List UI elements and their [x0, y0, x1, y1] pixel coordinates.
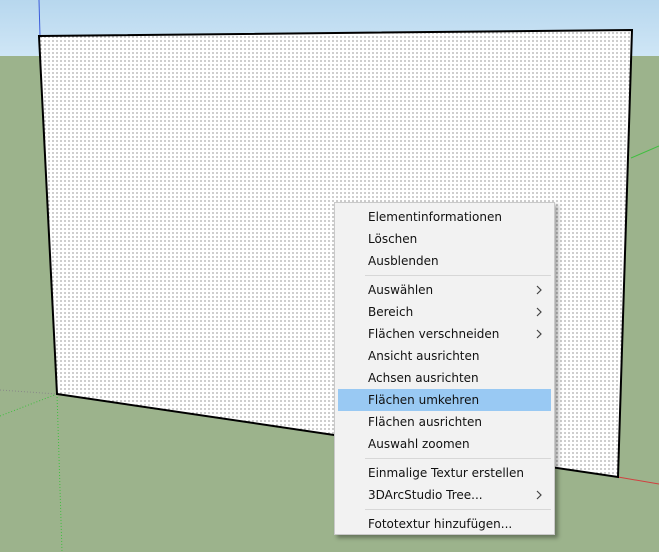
green-axis-line	[0, 393, 58, 417]
menu-item-label: Elementinformationen	[368, 210, 502, 224]
menu-separator	[365, 509, 551, 510]
menu-item-label: 3DArcStudio Tree...	[368, 488, 483, 502]
menu-item-einmalige-textur-erstellen[interactable]: Einmalige Textur erstellen	[338, 462, 551, 484]
sketchup-viewport[interactable]: Elementinformationen Löschen Ausblenden Au…	[0, 0, 659, 552]
chevron-right-icon	[536, 285, 542, 295]
menu-item-label: Flächen umkehren	[368, 393, 480, 407]
menu-item-label: Löschen	[368, 232, 418, 246]
menu-item-flaechen-umkehren[interactable]: Flächen umkehren	[338, 389, 551, 411]
red-axis-line	[617, 476, 659, 485]
chevron-right-icon	[536, 490, 542, 500]
menu-item-flaechen-ausrichten[interactable]: Flächen ausrichten	[338, 411, 551, 433]
menu-item-label: Einmalige Textur erstellen	[368, 466, 524, 480]
context-menu: Elementinformationen Löschen Ausblenden Au…	[334, 202, 555, 535]
menu-item-elementinformationen[interactable]: Elementinformationen	[338, 206, 551, 228]
chevron-right-icon	[536, 329, 542, 339]
menu-item-label: Auswahl zoomen	[368, 437, 470, 451]
menu-item-label: Ausblenden	[368, 254, 439, 268]
chevron-right-icon	[536, 307, 542, 317]
menu-item-ausblenden[interactable]: Ausblenden	[338, 250, 551, 272]
blue-axis-line	[38, 0, 41, 37]
menu-item-label: Flächen ausrichten	[368, 415, 482, 429]
menu-item-ansicht-ausrichten[interactable]: Ansicht ausrichten	[338, 345, 551, 367]
menu-item-bereich[interactable]: Bereich	[338, 301, 551, 323]
menu-item-label: Achsen ausrichten	[368, 371, 479, 385]
menu-separator	[365, 275, 551, 276]
menu-item-label: Ansicht ausrichten	[368, 349, 480, 363]
menu-item-label: Auswählen	[368, 283, 434, 297]
green-axis-line-vertical	[56, 393, 63, 552]
menu-item-label: Flächen verschneiden	[368, 327, 500, 341]
menu-item-label: Bereich	[368, 305, 414, 319]
menu-item-achsen-ausrichten[interactable]: Achsen ausrichten	[338, 367, 551, 389]
menu-item-auswahl-zoomen[interactable]: Auswahl zoomen	[338, 433, 551, 455]
menu-item-auswaehlen[interactable]: Auswählen	[338, 279, 551, 301]
menu-item-3darcstudio-tree[interactable]: 3DArcStudio Tree...	[338, 484, 551, 506]
menu-item-label: Fototextur hinzufügen...	[368, 517, 513, 531]
green-axis-line-right	[630, 145, 659, 159]
scene-drawing	[0, 0, 659, 552]
menu-item-loeschen[interactable]: Löschen	[338, 228, 551, 250]
menu-item-fototextur-hinzufuegen[interactable]: Fototextur hinzufügen...	[338, 513, 551, 535]
menu-item-flaechen-verschneiden[interactable]: Flächen verschneiden	[338, 323, 551, 345]
menu-separator	[365, 458, 551, 459]
horizon-guide	[0, 389, 58, 395]
